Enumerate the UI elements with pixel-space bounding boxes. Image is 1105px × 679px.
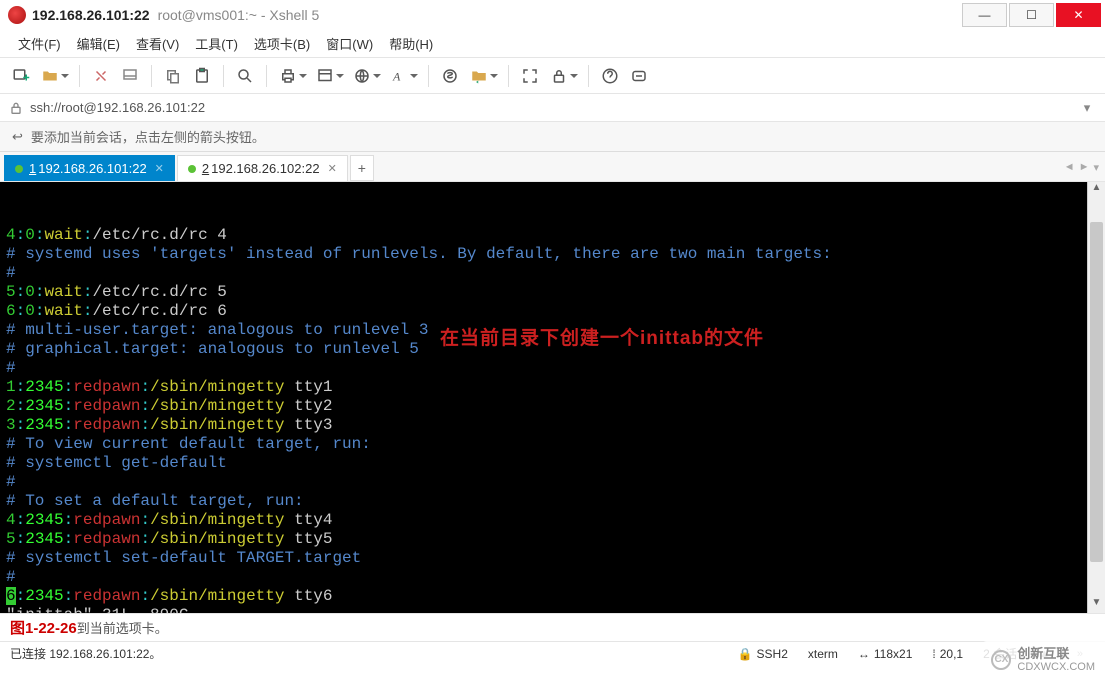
terminal-line: # <box>6 568 1085 587</box>
session-tab[interactable]: 2 192.168.26.102:22 ✕ <box>177 155 348 181</box>
menu-edit[interactable]: 编辑(E) <box>69 30 128 57</box>
status-cursor: 20,1 <box>940 647 963 661</box>
terminal-line: # To view current default target, run: <box>6 435 1085 454</box>
resize-icon: ↔ <box>858 647 870 661</box>
status-connected: 已连接 192.168.26.101:22。 <box>10 645 161 662</box>
watermark-en: CDXWCX.COM <box>1017 661 1095 673</box>
menu-tools[interactable]: 工具(T) <box>187 30 246 57</box>
title-bar: 192.168.26.101:22 root@vms001:~ - Xshell… <box>0 0 1105 30</box>
watermark-cn: 创新互联 <box>1017 647 1095 661</box>
tab-label: 192.168.26.101:22 <box>38 161 146 176</box>
tab-number: 2 <box>202 161 209 176</box>
terminal-line: 2:2345:redpawn:/sbin/mingetty tty2 <box>6 397 1085 416</box>
status-term: xterm <box>808 647 838 661</box>
terminal-line: # systemd uses 'targets' instead of runl… <box>6 245 1085 264</box>
fullscreen-icon[interactable] <box>517 63 543 89</box>
tab-prev-icon[interactable]: ◄ <box>1064 161 1075 173</box>
tab-list-icon[interactable]: ▾ <box>1093 161 1099 174</box>
terminal-area: 4:0:wait:/etc/rc.d/rc 4# systemd uses 't… <box>0 182 1105 613</box>
annotation-text: 在当前目录下创建一个inittab的文件 <box>440 329 764 348</box>
search-icon[interactable] <box>232 63 258 89</box>
menu-tabs[interactable]: 选项卡(B) <box>246 30 318 57</box>
disconnect-icon[interactable] <box>117 63 143 89</box>
menu-window[interactable]: 窗口(W) <box>318 30 381 57</box>
reconnect-icon[interactable] <box>88 63 114 89</box>
info-bar: ↩ 要添加当前会话，点击左侧的箭头按钮。 <box>0 122 1105 152</box>
watermark-logo-icon: CX <box>991 650 1011 670</box>
lock-icon[interactable] <box>546 63 572 89</box>
info-text: 要添加当前会话，点击左侧的箭头按钮。 <box>31 127 265 146</box>
terminal-line: # systemctl set-default TARGET.target <box>6 549 1085 568</box>
tab-label: 192.168.26.102:22 <box>211 161 319 176</box>
tab-next-icon[interactable]: ► <box>1079 161 1090 173</box>
scroll-thumb[interactable] <box>1090 222 1103 562</box>
svg-text:A: A <box>392 69 401 83</box>
terminal-line: # To set a default target, run: <box>6 492 1085 511</box>
figure-label: 图1-22-26 <box>10 617 77 638</box>
close-button[interactable]: ✕ <box>1056 3 1101 27</box>
link-icon <box>8 100 24 116</box>
font-icon[interactable]: A <box>386 63 412 89</box>
terminal-line: # systemctl get-default <box>6 454 1085 473</box>
status-dot-icon <box>15 165 23 173</box>
hint-text: 到当前选项卡。 <box>77 618 168 637</box>
address-bar: ssh://root@192.168.26.101:22 ▾ <box>0 94 1105 122</box>
toolbar: A <box>0 58 1105 94</box>
transfer-icon[interactable] <box>466 63 492 89</box>
tab-close-icon[interactable]: ✕ <box>155 162 164 175</box>
terminal-line: 4:0:wait:/etc/rc.d/rc 4 <box>6 226 1085 245</box>
help-icon[interactable] <box>597 63 623 89</box>
menu-file[interactable]: 文件(F) <box>10 30 69 57</box>
window-subtitle: root@vms001:~ - Xshell 5 <box>158 7 320 23</box>
arrow-back-icon[interactable]: ↩ <box>12 129 23 145</box>
menu-view[interactable]: 查看(V) <box>128 30 187 57</box>
lock-status-icon: 🔒 <box>738 647 753 661</box>
window-title: 192.168.26.101:22 <box>32 7 150 23</box>
maximize-button[interactable]: ☐ <box>1009 3 1054 27</box>
scrollbar[interactable]: ▲ ▼ <box>1087 182 1105 613</box>
status-bar: 已连接 192.168.26.101:22。 🔒 SSH2 xterm ↔ 118x… <box>0 641 1105 665</box>
status-size: 118x21 <box>874 647 912 661</box>
watermark: CX 创新互联 CDXWCX.COM <box>981 641 1105 679</box>
scroll-down-icon[interactable]: ▼ <box>1088 597 1105 613</box>
script-icon[interactable] <box>437 63 463 89</box>
minimize-button[interactable]: — <box>962 3 1007 27</box>
tab-number: 1 <box>29 161 36 176</box>
copy-icon[interactable] <box>160 63 186 89</box>
terminal-line: 5:2345:redpawn:/sbin/mingetty tty5 <box>6 530 1085 549</box>
terminal-line: # <box>6 359 1085 378</box>
hint-bar: 图1-22-26 到当前选项卡。 <box>0 613 1105 641</box>
scroll-up-icon[interactable]: ▲ <box>1088 182 1105 198</box>
compose-icon[interactable] <box>626 63 652 89</box>
terminal-line: 3:2345:redpawn:/sbin/mingetty tty3 <box>6 416 1085 435</box>
terminal-line: 4:2345:redpawn:/sbin/mingetty tty4 <box>6 511 1085 530</box>
menu-help[interactable]: 帮助(H) <box>381 30 441 57</box>
properties-icon[interactable] <box>312 63 338 89</box>
open-session-icon[interactable] <box>37 63 63 89</box>
print-icon[interactable] <box>275 63 301 89</box>
session-tab[interactable]: 1 192.168.26.101:22 ✕ <box>4 155 175 181</box>
cursor-icon: ⁞ <box>932 647 935 661</box>
terminal-line: # <box>6 473 1085 492</box>
address-dropdown-icon[interactable]: ▾ <box>1077 100 1097 116</box>
menu-bar: 文件(F) 编辑(E) 查看(V) 工具(T) 选项卡(B) 窗口(W) 帮助(… <box>0 30 1105 58</box>
terminal-line: 5:0:wait:/etc/rc.d/rc 5 <box>6 283 1085 302</box>
paste-icon[interactable] <box>189 63 215 89</box>
add-tab-button[interactable]: + <box>350 155 374 181</box>
address-input[interactable]: ssh://root@192.168.26.101:22 <box>30 100 1077 115</box>
terminal-line: # <box>6 264 1085 283</box>
terminal-line: 6:2345:redpawn:/sbin/mingetty tty6 <box>6 587 1085 606</box>
terminal-line: 6:0:wait:/etc/rc.d/rc 6 <box>6 302 1085 321</box>
status-dot-icon <box>188 165 196 173</box>
terminal-line: "inittab" 31L, 890C <box>6 606 1085 613</box>
status-ssh: SSH2 <box>757 647 788 661</box>
app-icon <box>8 6 26 24</box>
tab-nav: ◄ ► ▾ <box>1064 152 1099 182</box>
tab-bar: 1 192.168.26.101:22 ✕ 2 192.168.26.102:22 ✕… <box>0 152 1105 182</box>
new-session-icon[interactable] <box>8 63 34 89</box>
tab-close-icon[interactable]: ✕ <box>328 162 337 175</box>
terminal-line: 1:2345:redpawn:/sbin/mingetty tty1 <box>6 378 1085 397</box>
terminal[interactable]: 4:0:wait:/etc/rc.d/rc 4# systemd uses 't… <box>0 182 1087 613</box>
web-icon[interactable] <box>349 63 375 89</box>
